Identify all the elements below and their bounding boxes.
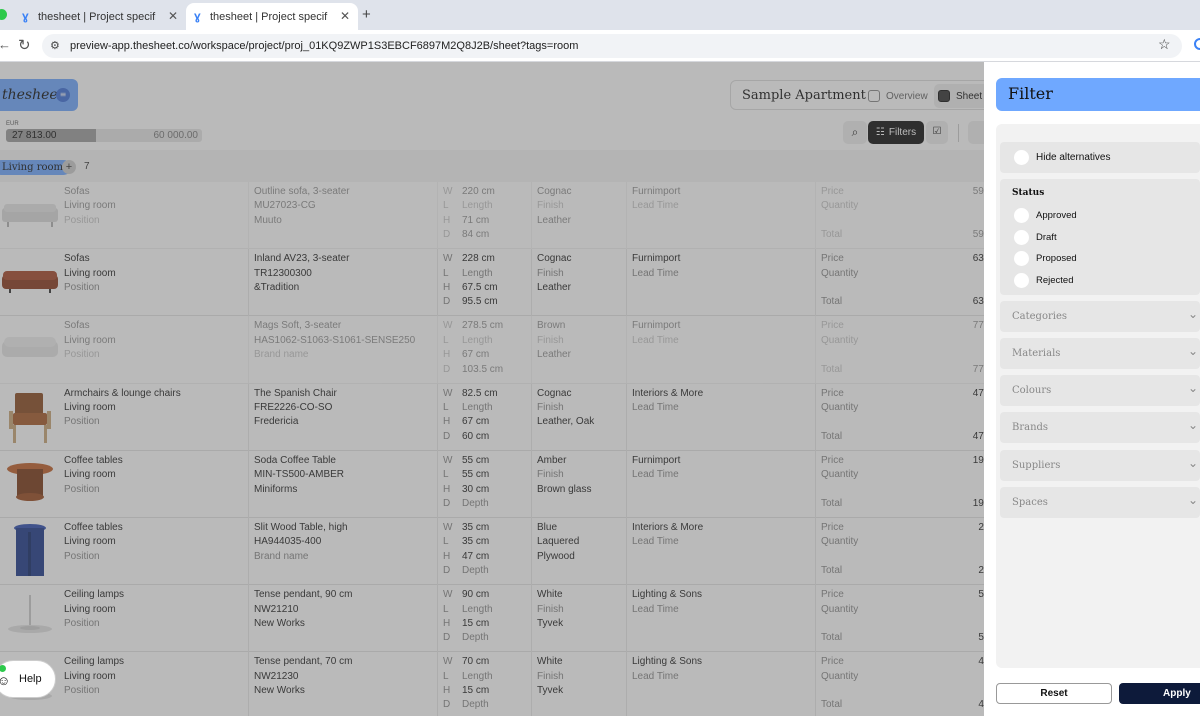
status-option-draft[interactable]: Draft: [1014, 229, 1194, 246]
status-option-label: Approved: [1036, 210, 1077, 221]
status-checkbox[interactable]: [1014, 208, 1029, 223]
new-tab-plus-icon[interactable]: +: [362, 6, 371, 23]
status-checkbox[interactable]: [1014, 251, 1029, 266]
filter-section-categories[interactable]: Categories ⌄: [1000, 301, 1200, 332]
status-option-proposed[interactable]: Proposed: [1014, 251, 1194, 267]
filter-title: Filter: [996, 78, 1200, 111]
filter-panel: Filter Hide alternatives Status Approved…: [984, 62, 1200, 716]
chevron-down-icon: ⌄: [1187, 418, 1198, 432]
section-label: Categories: [1012, 311, 1067, 322]
hide-alternatives-toggle[interactable]: Hide alternatives: [1000, 142, 1200, 173]
help-face-icon: ☺: [0, 673, 11, 688]
status-option-label: Rejected: [1036, 274, 1074, 286]
online-status-dot: [0, 665, 6, 672]
close-icon[interactable]: ✕: [340, 9, 350, 23]
chevron-down-icon: ⌄: [1187, 344, 1198, 358]
status-option-label: Proposed: [1036, 253, 1077, 264]
window-maximize-button[interactable]: [0, 9, 7, 20]
tab-title: thesheet | Project specificatio: [210, 10, 328, 23]
profile-icon[interactable]: [1194, 38, 1200, 50]
apply-button[interactable]: Apply: [1119, 683, 1200, 704]
browser-tab-2-active[interactable]: ɣ thesheet | Project specificatio ✕: [186, 3, 358, 30]
hide-alternatives-checkbox[interactable]: [1014, 150, 1029, 165]
hide-alternatives-label: Hide alternatives: [1036, 152, 1111, 163]
status-title: Status: [1012, 188, 1045, 198]
chevron-down-icon: ⌄: [1187, 307, 1198, 321]
reset-button[interactable]: Reset: [996, 683, 1112, 704]
address-bar: ← ↻ preview-app.thesheet.co/workspace/pr…: [0, 30, 1200, 62]
site-settings-icon[interactable]: ⚙: [50, 39, 60, 52]
chevron-down-icon: ⌄: [1187, 493, 1198, 507]
browser-tab-bar: ɣ thesheet | Project specificatio ✕ ɣ th…: [0, 0, 1200, 30]
filter-section-spaces[interactable]: Spaces ⌄: [1000, 487, 1200, 518]
modal-overlay[interactable]: [0, 62, 984, 716]
chevron-down-icon: ⌄: [1187, 381, 1198, 395]
section-label: Spaces: [1012, 497, 1048, 508]
section-label: Suppliers: [1012, 460, 1061, 471]
filter-section-colours[interactable]: Colours ⌄: [1000, 375, 1200, 406]
status-checkbox[interactable]: [1014, 272, 1029, 288]
thesheet-favicon-icon: ɣ: [194, 9, 201, 23]
filter-section-suppliers[interactable]: Suppliers ⌄: [1000, 450, 1200, 481]
bookmark-star-icon[interactable]: ☆: [1158, 36, 1171, 53]
url-input[interactable]: preview-app.thesheet.co/workspace/projec…: [42, 34, 1182, 58]
status-option-label: Draft: [1036, 231, 1057, 243]
help-label: Help: [19, 673, 42, 685]
section-label: Colours: [1012, 385, 1052, 396]
status-option-rejected[interactable]: Rejected: [1014, 272, 1194, 289]
filter-section-materials[interactable]: Materials ⌄: [1000, 338, 1200, 369]
status-checkbox[interactable]: [1014, 229, 1029, 245]
filter-section-brands[interactable]: Brands ⌄: [1000, 412, 1200, 443]
status-option-approved[interactable]: Approved: [1014, 208, 1194, 224]
section-label: Materials: [1012, 348, 1061, 359]
thesheet-favicon-icon: ɣ: [22, 9, 29, 23]
tab-title: thesheet | Project specificatio: [38, 10, 156, 23]
browser-tab-1[interactable]: ɣ thesheet | Project specificatio ✕: [14, 3, 186, 30]
close-icon[interactable]: ✕: [168, 9, 178, 23]
section-label: Brands: [1012, 422, 1049, 433]
back-arrow-icon[interactable]: ←: [0, 37, 11, 52]
chevron-down-icon: ⌄: [1187, 456, 1198, 470]
status-filter-group: Status Approved Draft Proposed Rejected: [1000, 179, 1200, 295]
help-button[interactable]: ☺ Help: [0, 660, 56, 698]
reload-icon[interactable]: ↻: [18, 36, 31, 54]
